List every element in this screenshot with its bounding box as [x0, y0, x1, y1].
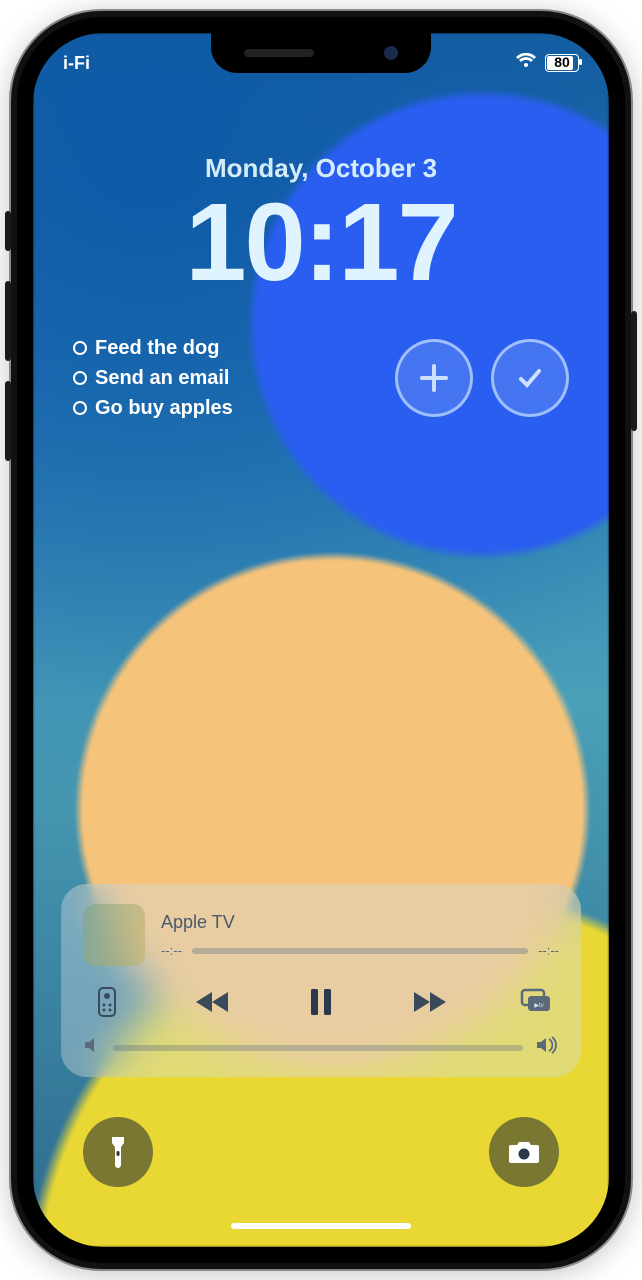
flashlight-button[interactable] — [83, 1117, 153, 1187]
volume-up-button[interactable] — [5, 281, 11, 361]
fast-forward-button[interactable] — [404, 982, 452, 1022]
time-label: 10:17 — [33, 188, 609, 298]
time-remaining: --:-- — [538, 943, 559, 958]
pause-icon — [309, 987, 333, 1017]
camera-button[interactable] — [489, 1117, 559, 1187]
rewind-button[interactable] — [190, 982, 238, 1022]
remote-button[interactable] — [83, 982, 131, 1022]
battery-percent: 80 — [546, 55, 578, 69]
fast-forward-icon — [408, 989, 448, 1015]
plus-icon — [417, 361, 451, 395]
volume-down-button[interactable] — [5, 381, 11, 461]
todo-item: Send an email — [73, 363, 377, 393]
volume-high-icon — [535, 1036, 559, 1059]
add-widget-button[interactable] — [395, 339, 473, 417]
lock-screen-clock: Monday, October 3 10:17 — [33, 153, 609, 298]
svg-text:▶tv: ▶tv — [534, 1003, 543, 1009]
scrubber-row[interactable]: --:-- --:-- — [161, 943, 559, 958]
play-pause-button[interactable] — [297, 982, 345, 1022]
battery-indicator: 80 — [545, 54, 579, 72]
done-widget-button[interactable] — [491, 339, 569, 417]
airplay-button[interactable]: ▶tv — [511, 982, 559, 1022]
now-playing-card[interactable]: Apple TV --:-- --:-- — [61, 884, 581, 1077]
album-art — [83, 904, 145, 966]
front-camera — [384, 46, 398, 60]
camera-icon — [507, 1139, 541, 1165]
scrubber-bar[interactable] — [192, 948, 528, 954]
notch — [211, 33, 431, 73]
mute-switch[interactable] — [5, 211, 11, 251]
todo-item: Go buy apples — [73, 393, 377, 423]
wifi-icon — [515, 53, 537, 74]
time-elapsed: --:-- — [161, 943, 182, 958]
volume-low-icon — [83, 1037, 101, 1058]
home-indicator[interactable] — [231, 1223, 411, 1229]
screen: i-Fi 80 Monday, October 3 10:17 — [33, 33, 609, 1247]
lock-screen-widgets: Feed the dog Send an email Go buy apples — [73, 333, 569, 423]
reminders-widget[interactable]: Feed the dog Send an email Go buy apples — [73, 333, 377, 423]
airplay-icon: ▶tv — [518, 988, 552, 1016]
carrier-label: i-Fi — [63, 53, 90, 74]
media-source-label: Apple TV — [161, 912, 559, 933]
check-icon — [513, 361, 547, 395]
rewind-icon — [194, 989, 234, 1015]
iphone-device-frame: i-Fi 80 Monday, October 3 10:17 — [11, 11, 631, 1269]
remote-icon — [98, 987, 116, 1017]
earpiece-speaker — [244, 49, 314, 57]
flashlight-icon — [106, 1135, 130, 1169]
todo-item: Feed the dog — [73, 333, 377, 363]
side-power-button[interactable] — [631, 311, 637, 431]
date-label: Monday, October 3 — [33, 153, 609, 184]
volume-slider[interactable] — [113, 1045, 523, 1051]
